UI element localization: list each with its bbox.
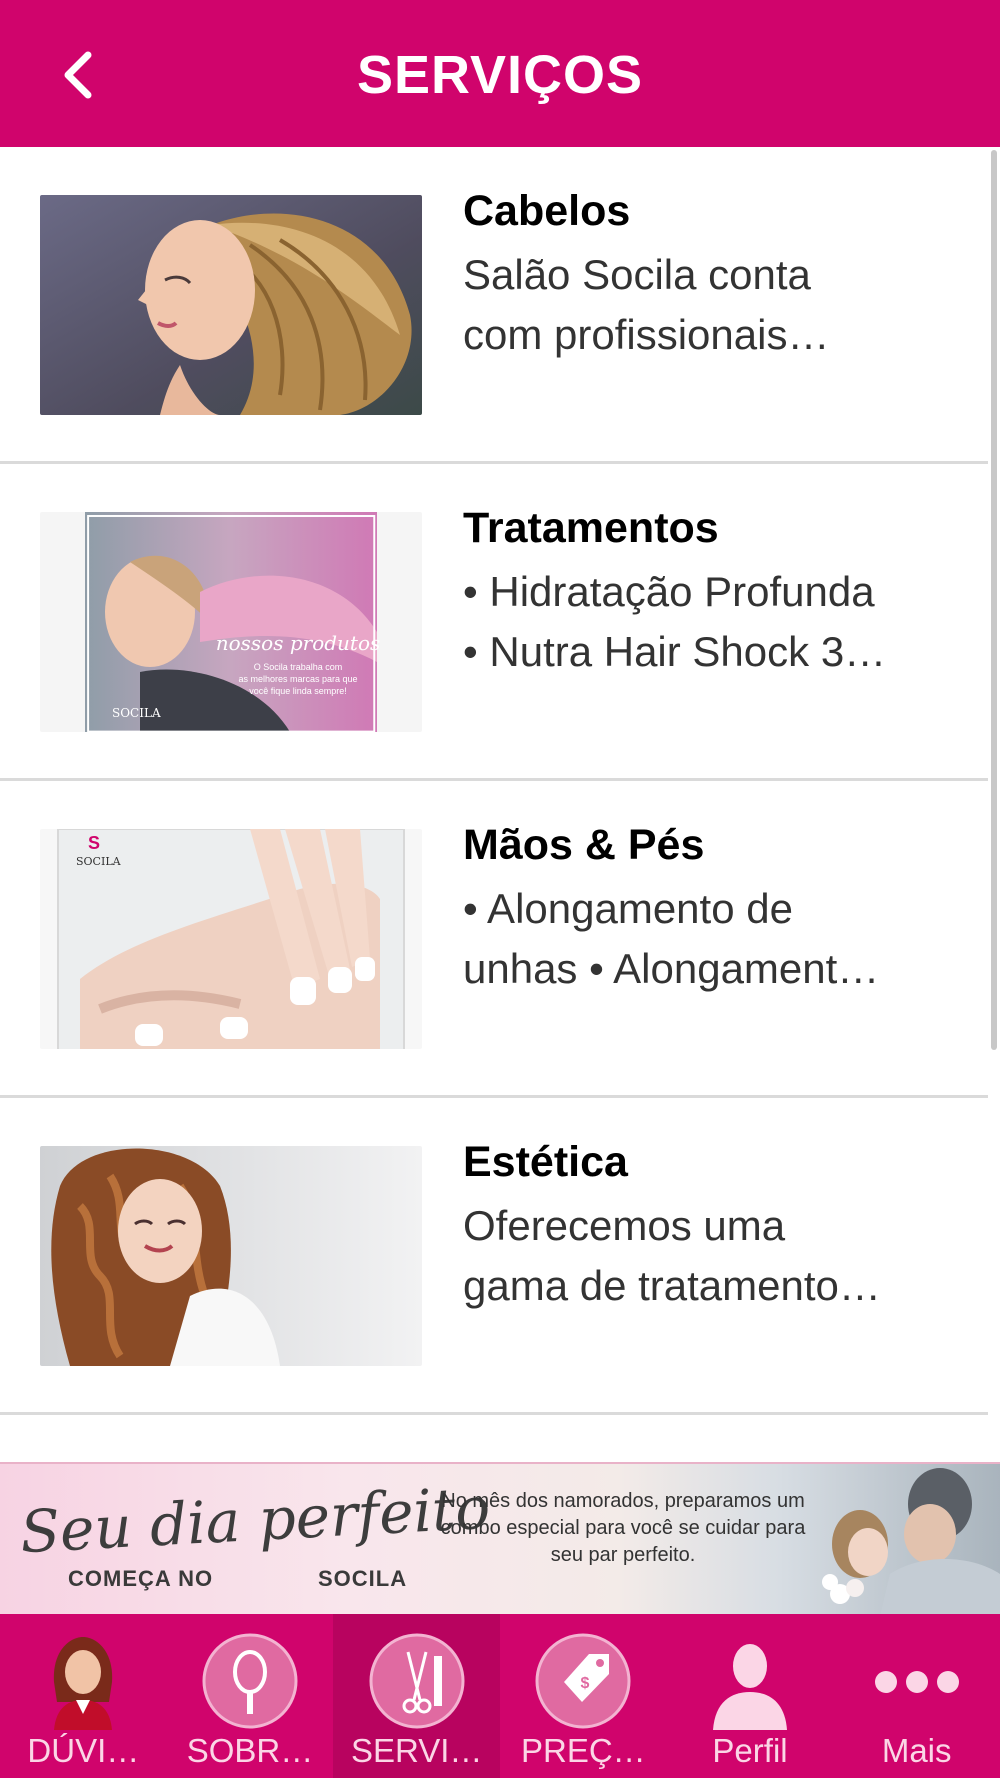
svg-text:as melhores marcas para que: as melhores marcas para que — [238, 674, 357, 684]
banner-text: No mês dos namorados, preparamos um comb… — [440, 1490, 806, 1566]
app-header: SERVIÇOS — [0, 0, 1000, 147]
service-thumbnail: nossos produtos O Socila trabalha com as… — [40, 512, 422, 732]
price-tag-icon: $ — [535, 1633, 631, 1729]
service-title: Cabelos — [463, 187, 631, 235]
thumb-logo: SOCILA — [112, 706, 161, 720]
service-description: • Hidratação Profunda • Nutra Hair Shock… — [463, 568, 887, 675]
service-description: Salão Socila conta com profissionais… — [463, 251, 830, 358]
service-description: • Alongamento de unhas • Alongament… — [463, 885, 880, 992]
scissors-comb-icon — [369, 1633, 465, 1729]
tab-duvidas[interactable]: DÚVI… — [0, 1614, 167, 1778]
tab-label: SOBR… — [186, 1732, 314, 1769]
service-thumbnail — [40, 1146, 422, 1366]
page-title: SERVIÇOS — [356, 45, 644, 105]
couple-photo — [822, 1468, 1000, 1616]
service-title: Tratamentos — [463, 504, 719, 552]
banner-subtitle-left: COMEÇA NO — [68, 1566, 214, 1591]
service-item-maos-pes[interactable]: S SOCILA Mãos & Pés • Alongamento de unh… — [0, 781, 988, 1098]
banner-subtitle-right: SOCILA — [318, 1566, 408, 1591]
tab-label: Perfil — [712, 1732, 788, 1769]
svg-text:S: S — [88, 833, 100, 853]
mirror-icon — [202, 1633, 298, 1729]
svg-text:$: $ — [581, 1675, 590, 1692]
tab-sobre[interactable]: SOBR… — [167, 1614, 334, 1778]
service-item-tratamentos[interactable]: nossos produtos O Socila trabalha com as… — [0, 464, 988, 781]
service-thumbnail: S SOCILA — [40, 829, 422, 1049]
thumb-logo: SOCILA — [76, 855, 122, 868]
more-dots-icon — [874, 1671, 959, 1693]
bottom-tab-bar: DÚVI… SOBR… SERVI… $ PREÇ… Perfil Mais — [0, 1614, 1000, 1778]
tab-label: DÚVI… — [27, 1732, 140, 1769]
scrollbar[interactable] — [991, 150, 997, 1050]
promo-banner[interactable]: Seu dia perfeito COMEÇA NO SOCILA No mês… — [0, 1462, 1000, 1616]
tab-servicos[interactable]: SERVI… — [333, 1614, 501, 1778]
service-description: Oferecemos uma gama de tratamento… — [463, 1202, 881, 1309]
service-item-cabelos[interactable]: Cabelos Salão Socila conta com profissio… — [0, 147, 988, 464]
person-icon — [713, 1644, 788, 1730]
tab-mais[interactable]: Mais — [833, 1614, 1000, 1778]
tab-precos[interactable]: $ PREÇ… — [500, 1614, 667, 1778]
thumb-caption: nossos produtos — [216, 631, 381, 655]
svg-text:O Socila trabalha com: O Socila trabalha com — [254, 662, 343, 672]
tab-label: SERVI… — [350, 1732, 483, 1769]
tab-label: PREÇ… — [521, 1732, 646, 1769]
svg-text:você fique linda sempre!: você fique linda sempre! — [249, 686, 347, 696]
tab-perfil[interactable]: Perfil — [667, 1614, 834, 1778]
banner-script-text: Seu dia perfeito — [18, 1473, 492, 1567]
tab-label: Mais — [881, 1732, 952, 1769]
services-list: Cabelos Salão Socila conta com profissio… — [0, 147, 988, 1415]
service-item-estetica[interactable]: Estética Oferecemos uma gama de tratamen… — [0, 1098, 988, 1415]
service-title: Estética — [463, 1138, 628, 1186]
service-title: Mãos & Pés — [463, 821, 705, 869]
woman-avatar-icon — [54, 1637, 113, 1730]
service-thumbnail — [40, 195, 422, 415]
